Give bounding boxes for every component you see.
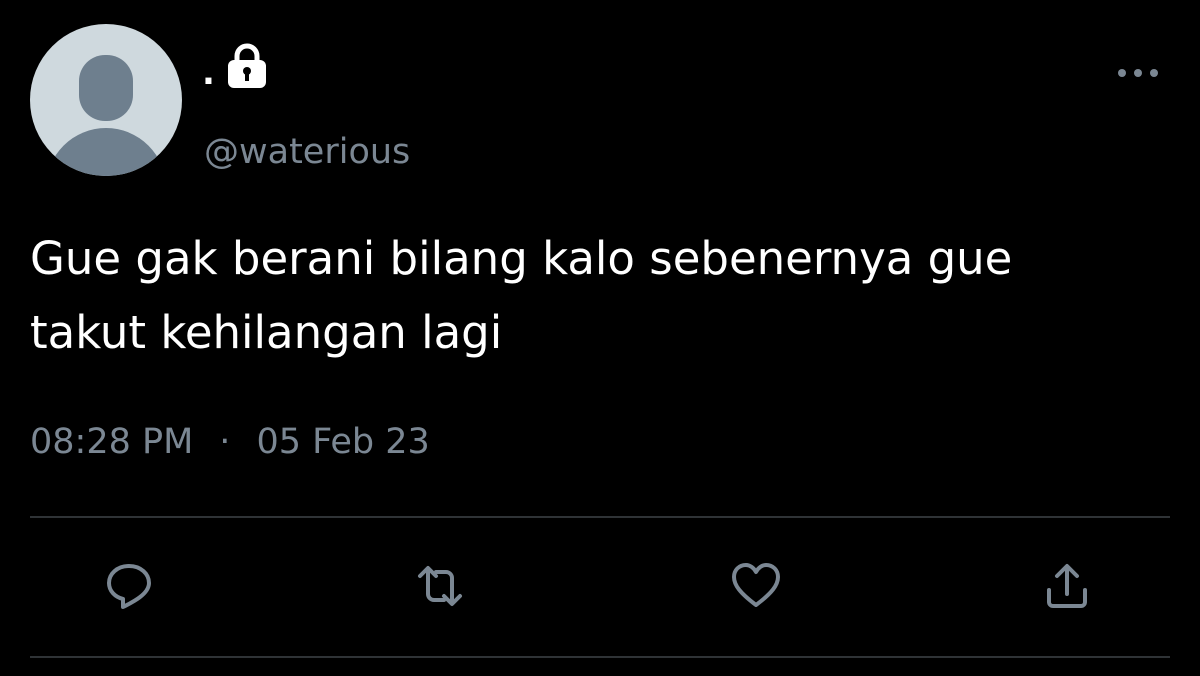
avatar[interactable] bbox=[30, 24, 182, 176]
more-dot bbox=[1118, 69, 1126, 77]
more-dot bbox=[1150, 69, 1158, 77]
more-icon[interactable] bbox=[1118, 62, 1158, 84]
retweet-button[interactable] bbox=[410, 556, 470, 616]
heart-icon bbox=[732, 563, 780, 607]
tweet-timestamp[interactable]: 08:28 PM · 05 Feb 23 bbox=[30, 420, 430, 464]
lock-icon bbox=[225, 42, 269, 88]
tweet-date: 05 Feb 23 bbox=[256, 422, 430, 462]
divider bbox=[30, 516, 1170, 518]
user-name-row: . bbox=[202, 40, 269, 90]
display-name[interactable]: . bbox=[202, 56, 215, 90]
bottom-divider bbox=[30, 656, 1170, 658]
like-button[interactable] bbox=[726, 556, 786, 616]
share-icon bbox=[1047, 564, 1087, 608]
avatar-head-shape bbox=[79, 55, 133, 121]
avatar-body-shape bbox=[46, 128, 166, 176]
tweet-time: 08:28 PM bbox=[30, 422, 194, 462]
reply-icon bbox=[107, 564, 151, 609]
tweet-text: Gue gak berani bilang kalo sebenernya gu… bbox=[30, 232, 1013, 359]
retweet-icon bbox=[418, 566, 462, 606]
more-dot bbox=[1134, 69, 1142, 77]
meta-separator: · bbox=[219, 422, 231, 462]
tweet-detail: . @waterious Gue gak berani bilang kalo … bbox=[0, 0, 1200, 676]
user-handle[interactable]: @waterious bbox=[204, 130, 410, 174]
action-bar bbox=[0, 556, 1200, 620]
reply-button[interactable] bbox=[99, 556, 159, 616]
share-button[interactable] bbox=[1037, 556, 1097, 616]
